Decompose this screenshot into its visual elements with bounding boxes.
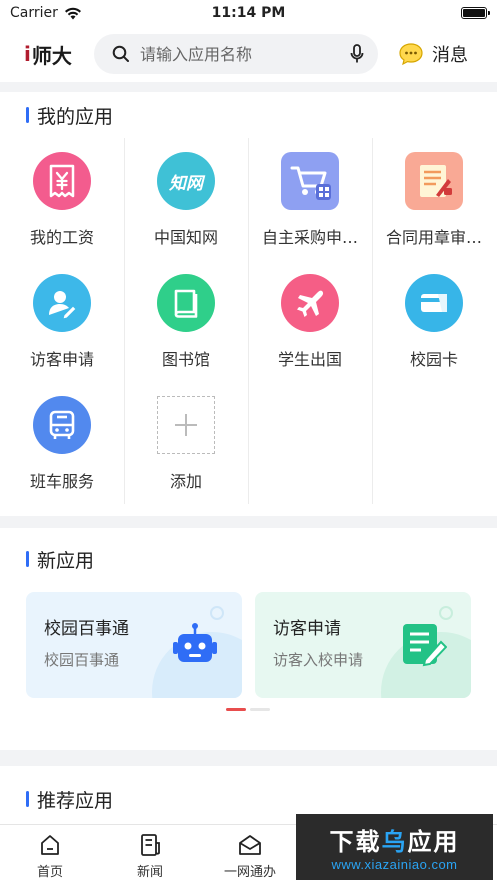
add-icon <box>157 396 215 454</box>
new-app-card-campus-guide[interactable]: 校园百事通 校园百事通 <box>26 592 242 698</box>
new-apps-carousel[interactable]: 校园百事通 校园百事通 访客申请 访客入校申请 <box>0 582 497 712</box>
plane-icon <box>281 274 339 332</box>
carrier-label: Carrier <box>10 5 58 21</box>
watermark-url: www.xiazainiao.com <box>331 857 458 872</box>
visitor-icon <box>33 274 91 332</box>
tab-label: 新闻 <box>136 865 163 880</box>
mailbox-icon <box>239 835 261 855</box>
carousel-dot[interactable] <box>250 708 270 711</box>
title-accent-bar <box>26 791 29 807</box>
app-add-button[interactable]: 添加 <box>124 392 248 514</box>
my-apps-title: 我的应用 <box>37 105 114 128</box>
site-watermark: 下载乌应用 www.xiazainiao.com <box>296 814 493 880</box>
my-apps-grid: 我的工资 知网 中国知网 自主采购申… 合同用章审… 访客申请 图书馆 学生出国… <box>0 138 497 504</box>
search-icon <box>112 45 129 62</box>
wifi-icon <box>64 7 81 19</box>
status-right <box>337 7 490 19</box>
book-icon <box>157 274 215 332</box>
contract-stamp-icon <box>405 152 463 210</box>
header: i 师大 消息 <box>0 26 497 82</box>
app-campus-card[interactable]: 校园卡 <box>372 270 496 392</box>
messages-label: 消息 <box>432 45 468 66</box>
app-label: 班车服务 <box>29 472 94 491</box>
cnki-icon: 知网 <box>157 152 215 210</box>
app-label: 图书馆 <box>161 350 210 369</box>
home-icon <box>41 835 59 855</box>
new-apps-title: 新应用 <box>37 549 95 572</box>
app-visitor-request[interactable]: 访客申请 <box>0 270 124 392</box>
bus-icon <box>33 396 91 454</box>
app-label: 添加 <box>169 472 202 491</box>
app-logo: i 师大 <box>24 40 94 69</box>
yen-icon <box>33 152 91 210</box>
app-my-salary[interactable]: 我的工资 <box>0 148 124 270</box>
status-left: Carrier <box>10 5 160 21</box>
robot-icon <box>173 623 217 662</box>
battery-icon <box>461 7 490 19</box>
status-bar: Carrier 11:14 PM <box>0 0 497 26</box>
cart-icon <box>281 152 339 210</box>
note-edit-icon <box>403 624 447 667</box>
app-shuttle-bus[interactable]: 班车服务 <box>0 392 124 514</box>
news-icon <box>141 834 160 856</box>
my-apps-header: 我的应用 <box>0 92 497 138</box>
new-apps-header: 新应用 <box>0 536 497 582</box>
app-contract-stamp[interactable]: 合同用章审… <box>372 148 496 270</box>
title-accent-bar <box>26 551 29 567</box>
app-label: 我的工资 <box>29 228 94 247</box>
recommended-title: 推荐应用 <box>37 789 114 812</box>
tab-label: 一网通办 <box>223 865 276 880</box>
search-input[interactable] <box>140 44 340 64</box>
tab-one-stop-service[interactable]: 一网通办 <box>200 825 300 883</box>
messages-button[interactable]: 消息 <box>398 41 468 67</box>
app-label: 合同用章审… <box>385 228 482 247</box>
tab-home[interactable]: 首页 <box>0 825 100 883</box>
title-accent-bar <box>26 107 29 123</box>
new-apps-section: 新应用 校园百事通 校园百事通 访客申请 访客入校申请 <box>0 528 497 750</box>
watermark-title: 下载乌应用 <box>329 828 460 856</box>
app-self-procurement[interactable]: 自主采购申… <box>248 148 372 270</box>
card-icon <box>405 274 463 332</box>
app-library[interactable]: 图书馆 <box>124 270 248 392</box>
app-label: 访客申请 <box>29 350 94 369</box>
tab-news[interactable]: 新闻 <box>100 825 200 883</box>
my-apps-section: 我的应用 我的工资 知网 中国知网 自主采购申… 合同用章审… 访客申请 图书馆… <box>0 92 497 516</box>
app-label: 中国知网 <box>153 228 218 247</box>
status-time: 11:14 PM <box>211 5 286 21</box>
microphone-icon[interactable] <box>350 44 364 64</box>
logo-mark: i <box>24 42 31 66</box>
app-cnki[interactable]: 知网 中国知网 <box>124 148 248 270</box>
tab-label: 首页 <box>36 865 63 880</box>
chat-bubble-icon <box>399 43 423 66</box>
search-box[interactable] <box>94 34 378 74</box>
carousel-dot-active[interactable] <box>226 708 246 711</box>
app-label: 自主采购申… <box>261 228 358 247</box>
carousel-indicator <box>226 708 270 711</box>
app-study-abroad[interactable]: 学生出国 <box>248 270 372 392</box>
new-app-card-visitor-request[interactable]: 访客申请 访客入校申请 <box>255 592 471 698</box>
app-label: 校园卡 <box>409 350 458 369</box>
logo-text: 师大 <box>31 43 72 68</box>
app-label: 学生出国 <box>277 350 342 369</box>
